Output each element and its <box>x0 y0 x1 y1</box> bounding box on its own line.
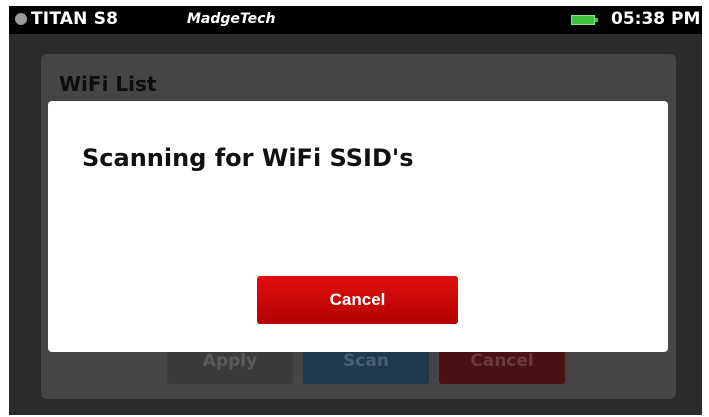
connection-status-icon <box>15 13 27 25</box>
status-bar: TITAN S8 MadgeTech 05:38 PM <box>9 6 702 34</box>
device-screen: TITAN S8 MadgeTech 05:38 PM WiFi List Ap… <box>9 6 702 415</box>
brand-logo: MadgeTech <box>187 11 276 27</box>
wifi-list-title: WiFi List <box>59 72 157 96</box>
device-name: TITAN S8 <box>31 9 119 29</box>
clock: 05:38 PM <box>611 9 701 29</box>
scanning-dialog: Scanning for WiFi SSID's Cancel <box>48 101 668 352</box>
battery-icon <box>571 15 598 25</box>
dialog-cancel-button[interactable]: Cancel <box>257 276 458 324</box>
dialog-message: Scanning for WiFi SSID's <box>82 144 414 172</box>
